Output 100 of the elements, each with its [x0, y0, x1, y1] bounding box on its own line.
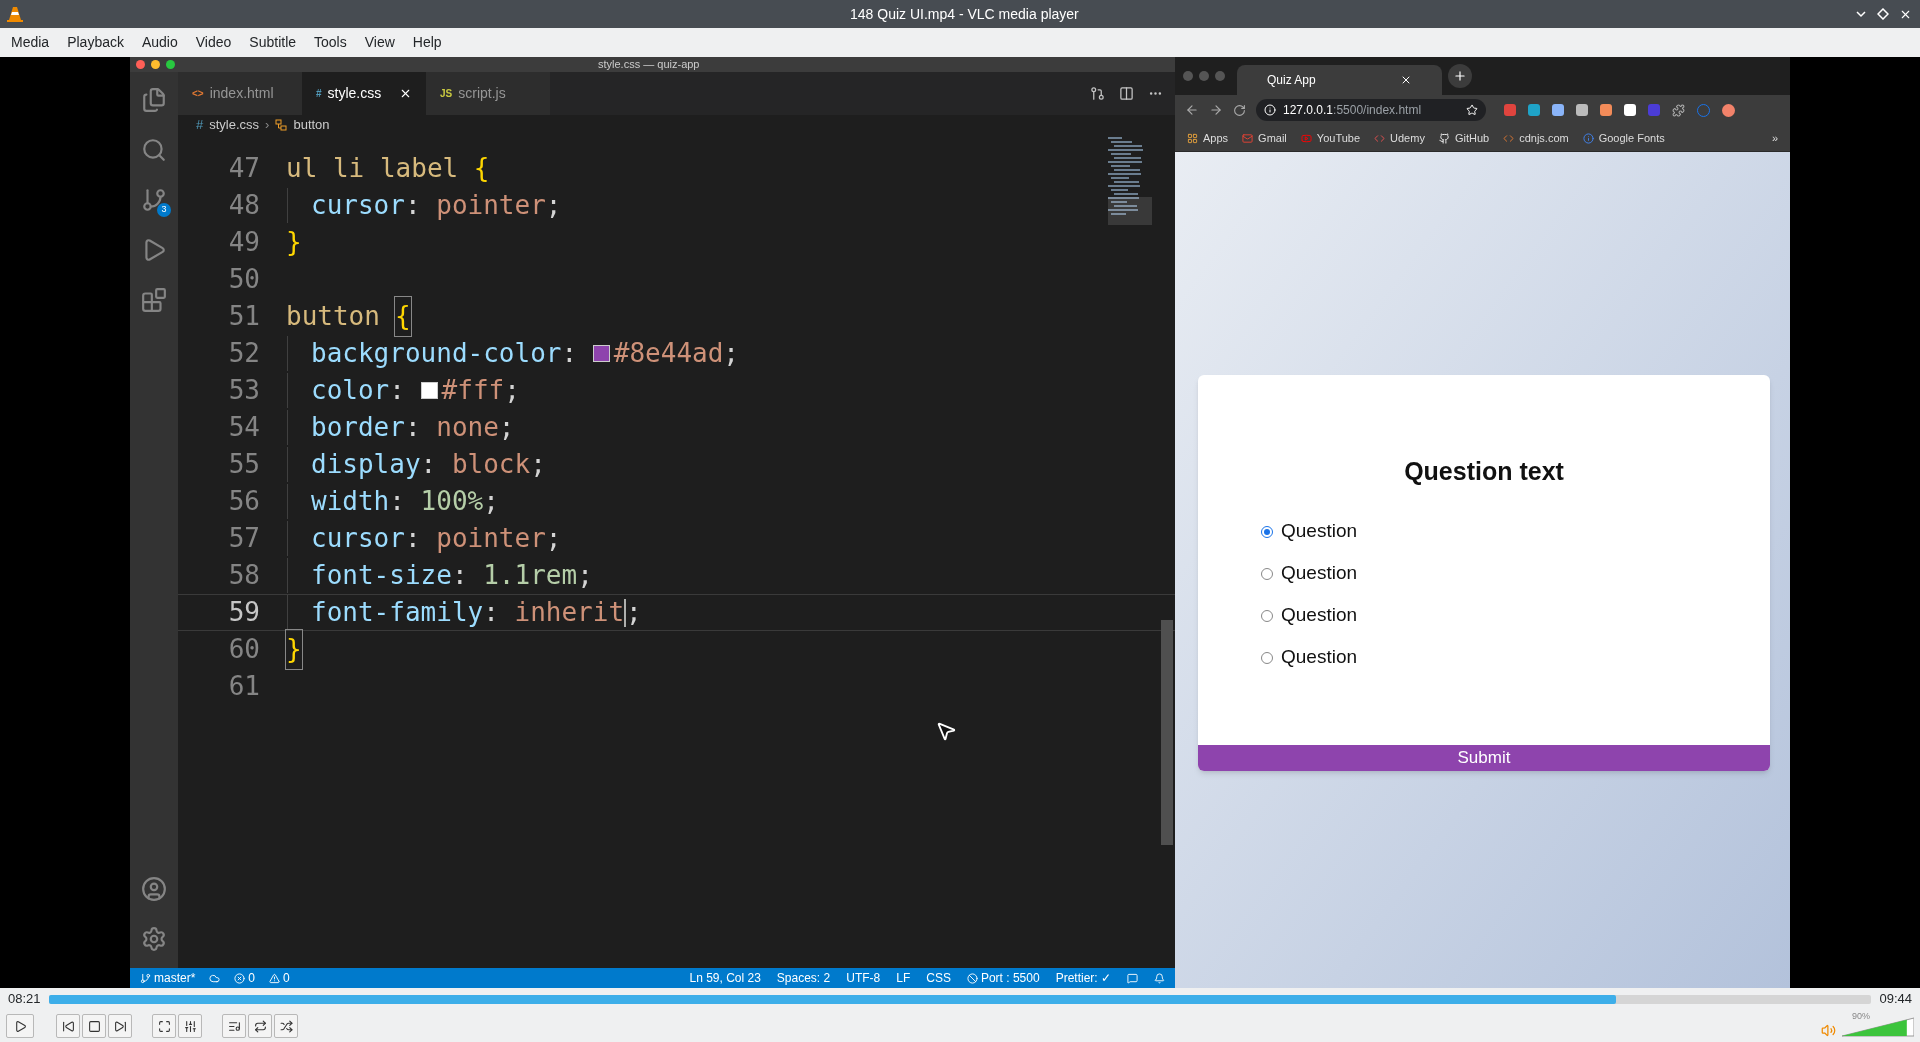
- split-icon[interactable]: [1119, 86, 1134, 101]
- branch-icon[interactable]: [141, 187, 167, 213]
- extension-icon[interactable]: [1576, 103, 1588, 116]
- back-icon[interactable]: [1185, 103, 1199, 117]
- play-button[interactable]: [6, 1014, 34, 1038]
- branch-icon[interactable]: [140, 972, 151, 984]
- bookmark-link[interactable]: YouTube: [1316, 129, 1361, 147]
- extensions-icon[interactable]: [141, 287, 167, 313]
- extension-icon[interactable]: [1600, 103, 1612, 116]
- settings-button[interactable]: [178, 1014, 202, 1038]
- new-tab-button[interactable]: [1448, 64, 1472, 88]
- code-token: 100%: [420, 485, 484, 518]
- extensions-icon[interactable]: [1672, 103, 1685, 117]
- editor-tab[interactable]: <> index.html: [178, 72, 302, 115]
- bookmark-link[interactable]: Udemy: [1390, 129, 1425, 147]
- option-label[interactable]: Question: [1281, 643, 1358, 672]
- cloud-icon[interactable]: [209, 972, 221, 984]
- next-button[interactable]: [108, 1014, 132, 1038]
- submit-button[interactable]: Submit: [1198, 744, 1770, 771]
- menu-item[interactable]: Tools: [305, 32, 356, 53]
- status-text[interactable]: 0: [248, 969, 256, 987]
- bookmark-link[interactable]: Gmail: [1258, 129, 1287, 147]
- account-icon[interactable]: [141, 876, 167, 902]
- line-number: 50: [227, 263, 260, 296]
- extension-icon[interactable]: [1552, 103, 1564, 116]
- code-token: ;: [723, 337, 739, 370]
- status-text[interactable]: CSS: [926, 969, 951, 987]
- status-text[interactable]: 0: [283, 969, 290, 987]
- status-text[interactable]: Spaces: 2: [776, 969, 831, 987]
- code-token: cursor: [311, 189, 405, 222]
- update-icon[interactable]: [1722, 103, 1735, 117]
- menu-item[interactable]: Audio: [132, 32, 187, 53]
- option-label[interactable]: Question: [1281, 559, 1358, 588]
- bookmark-link[interactable]: Apps: [1203, 129, 1229, 147]
- line-number: 58: [227, 559, 260, 592]
- status-text[interactable]: UTF-8: [846, 969, 881, 987]
- feedback-icon[interactable]: [1127, 972, 1138, 984]
- previous-button[interactable]: [56, 1014, 80, 1038]
- browser-tab[interactable]: Quiz App: [1237, 65, 1442, 95]
- warning-icon[interactable]: [269, 972, 281, 984]
- code-token: :: [420, 448, 438, 481]
- fullscreen-icon: [157, 1019, 171, 1033]
- menu-item[interactable]: Help: [403, 32, 451, 53]
- status-text[interactable]: Port : 5500: [980, 969, 1040, 987]
- settings-icon: [183, 1019, 197, 1033]
- info-icon[interactable]: [1264, 104, 1276, 116]
- editor-tab[interactable]: JS script.js: [426, 72, 550, 115]
- option-label[interactable]: Question: [1281, 517, 1358, 546]
- line-number: 51: [227, 300, 260, 333]
- status-text[interactable]: Prettier: ✓: [1055, 969, 1111, 987]
- menu-item[interactable]: Media: [2, 32, 59, 53]
- line-number: 57: [227, 522, 260, 555]
- total-time: 09:44: [1879, 990, 1912, 1009]
- bookmark-link[interactable]: Google Fonts: [1598, 129, 1665, 147]
- star-icon[interactable]: [1466, 104, 1478, 116]
- menu-item[interactable]: Video: [186, 32, 241, 53]
- status-text[interactable]: master*: [154, 969, 196, 987]
- line-number: 53: [227, 374, 260, 407]
- address-field[interactable]: 127.0.0.1:5500/index.html: [1256, 99, 1486, 121]
- status-text[interactable]: Ln 59, Col 23: [689, 969, 761, 987]
- code-token: cursor: [311, 522, 405, 555]
- bookmark-link[interactable]: GitHub: [1454, 129, 1490, 147]
- bookmark-link[interactable]: cdnjs.com: [1519, 129, 1569, 147]
- volume-slider[interactable]: [1842, 1014, 1914, 1038]
- breadcrumb-item[interactable]: style.css: [209, 115, 260, 135]
- playlist-button[interactable]: [222, 1014, 246, 1038]
- text-caret: [624, 598, 627, 627]
- close-icon[interactable]: [399, 87, 412, 100]
- editor-tab[interactable]: # style.css: [302, 72, 426, 115]
- stop-button[interactable]: [82, 1014, 106, 1038]
- settings-icon[interactable]: [141, 926, 167, 952]
- search-icon[interactable]: [141, 137, 167, 163]
- code-token: pointer: [436, 189, 546, 222]
- loop-button[interactable]: [248, 1014, 272, 1038]
- restore-icon[interactable]: [1877, 7, 1889, 20]
- fullscreen-button[interactable]: [152, 1014, 176, 1038]
- menu-item[interactable]: View: [355, 32, 404, 53]
- compare-icon[interactable]: [1090, 86, 1105, 101]
- elapsed-time: 08:21: [8, 990, 41, 1009]
- status-text[interactable]: LF: [896, 969, 911, 987]
- shuffle-button[interactable]: [274, 1014, 298, 1038]
- bell-icon[interactable]: [1154, 972, 1165, 984]
- scrollbar-thumb[interactable]: [1161, 620, 1173, 845]
- code-token: ;: [483, 485, 499, 518]
- port-icon[interactable]: [966, 972, 978, 984]
- code-token: #8e44ad: [613, 337, 724, 370]
- code-token: ;: [530, 448, 546, 481]
- menu-item[interactable]: Subtitle: [240, 32, 306, 53]
- forward-icon[interactable]: [1209, 103, 1223, 117]
- reload-icon[interactable]: [1233, 103, 1246, 117]
- breadcrumb-item[interactable]: button: [293, 115, 330, 135]
- extension-icon[interactable]: [1624, 103, 1636, 116]
- menu-item[interactable]: Playback: [58, 32, 133, 53]
- option-label[interactable]: Question: [1281, 601, 1358, 630]
- more-bookmarks-button[interactable]: »: [1771, 129, 1778, 147]
- error-icon[interactable]: [234, 972, 246, 984]
- code-token: :: [483, 596, 500, 629]
- code-token: :: [404, 189, 422, 222]
- close-icon[interactable]: [1400, 74, 1412, 86]
- files-icon[interactable]: [141, 87, 167, 113]
